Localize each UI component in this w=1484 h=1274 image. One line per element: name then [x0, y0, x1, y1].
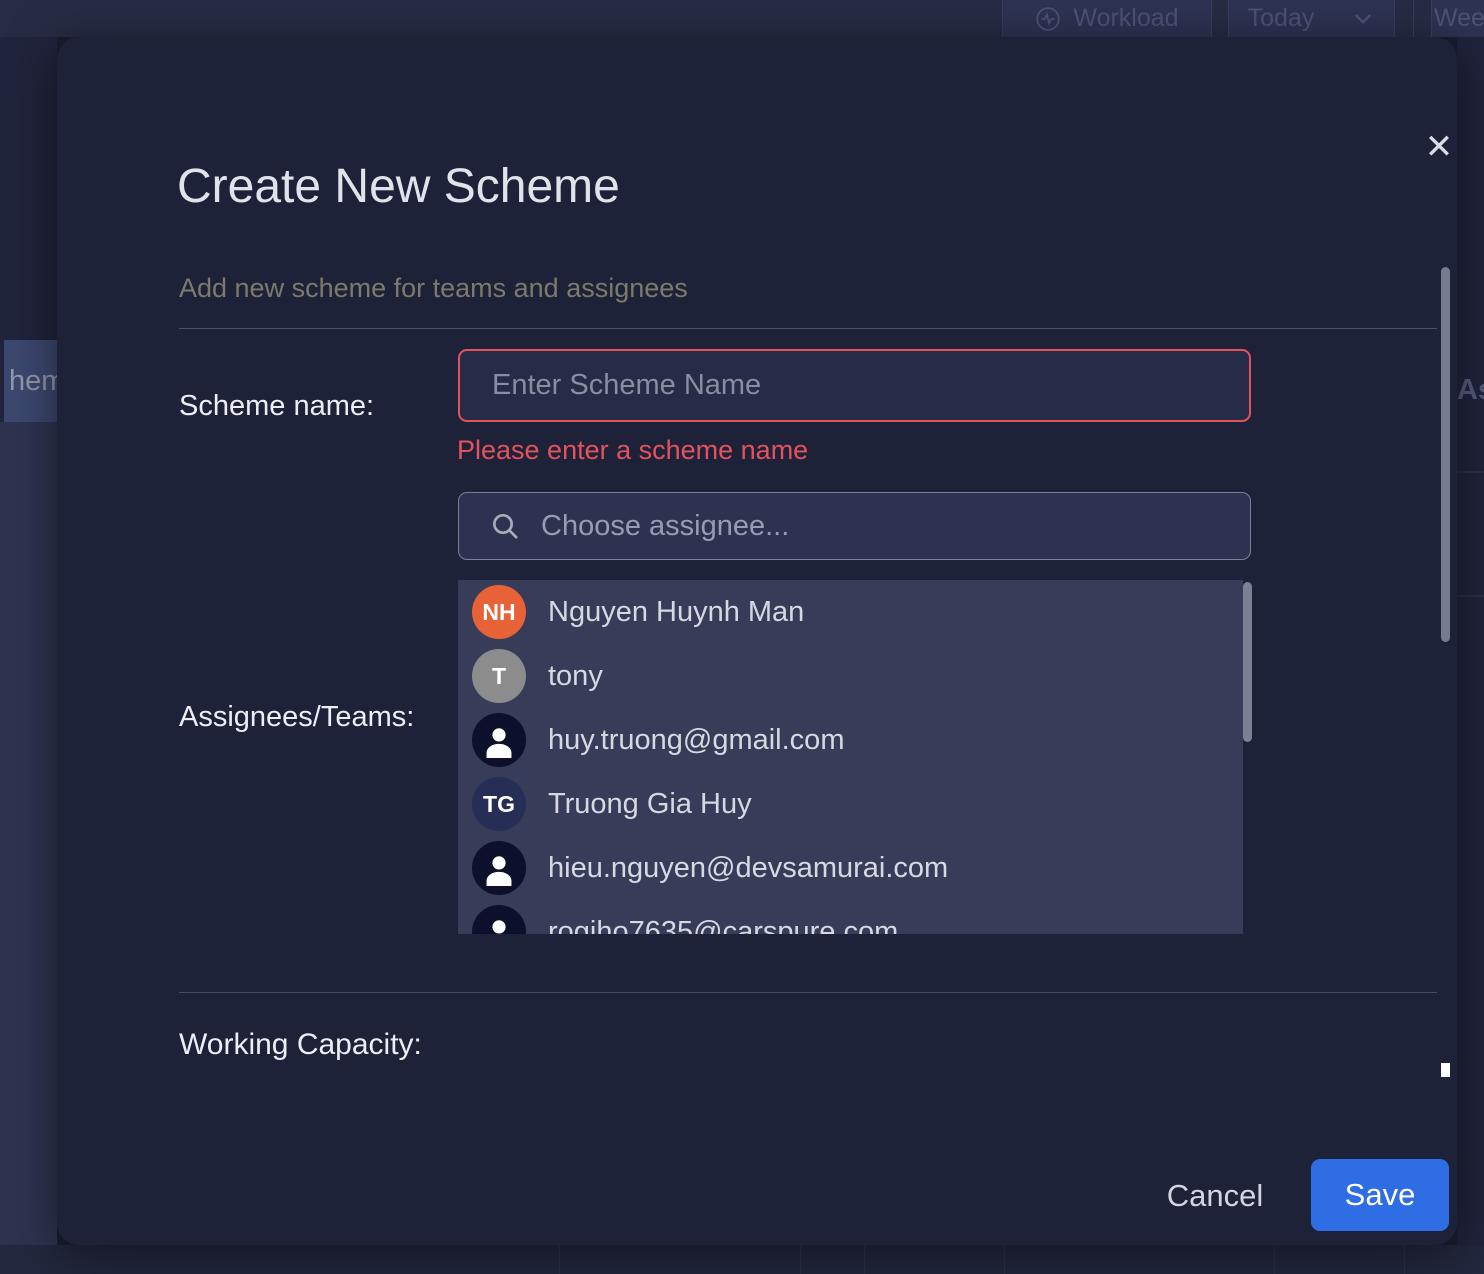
background-topbar: Workload Today Wee — [0, 0, 1484, 37]
assignee-name: huy.truong@gmail.com — [548, 724, 844, 757]
today-button[interactable]: Today — [1228, 0, 1334, 37]
activity-icon — [1035, 6, 1061, 32]
header-divider — [179, 328, 1437, 329]
assignee-search-input[interactable] — [539, 509, 1232, 544]
assignee-name: hieu.nguyen@devsamurai.com — [548, 852, 948, 885]
workload-label: Workload — [1073, 4, 1178, 33]
assignee-name: rogiho7635@carspure.com — [548, 916, 898, 935]
assignee-avatar — [472, 713, 526, 767]
week-button[interactable]: Wee — [1431, 0, 1484, 37]
background-right-panel — [1457, 37, 1484, 1274]
background-grid-line — [1457, 471, 1484, 473]
search-icon — [489, 510, 521, 542]
avatar-initials: NH — [482, 599, 515, 626]
assignee-name: Truong Gia Huy — [548, 788, 752, 821]
assignee-avatar: T — [472, 649, 526, 703]
assignee-list: NH Nguyen Huynh Man T tony huy.truong@gm — [458, 580, 1243, 934]
working-capacity-label: Working Capacity: — [179, 1028, 422, 1069]
assignees-teams-label: Assignees/Teams: — [179, 701, 414, 734]
cursor-mark — [1441, 1063, 1450, 1077]
assignee-option[interactable]: hieu.nguyen@devsamurai.com — [458, 836, 1243, 900]
background-grid-line — [559, 1245, 560, 1274]
date-dropdown-button[interactable] — [1332, 0, 1395, 37]
background-grid-line — [800, 1245, 801, 1274]
scheme-name-input[interactable] — [458, 349, 1251, 422]
assignee-avatar: TG — [472, 777, 526, 831]
assignee-option[interactable]: T tony — [458, 644, 1243, 708]
background-left-panel-lower — [0, 422, 57, 1245]
assignee-avatar — [472, 905, 526, 934]
person-icon — [481, 722, 517, 758]
dialog-subtitle: Add new scheme for teams and assignees — [179, 273, 688, 304]
background-assignee-header-text: As — [1457, 374, 1484, 407]
assignee-list-scrollbar[interactable] — [1243, 582, 1252, 742]
save-label: Save — [1345, 1177, 1416, 1212]
workload-tab[interactable]: Workload — [1002, 0, 1212, 37]
avatar-initials: TG — [483, 791, 515, 818]
assignee-option[interactable]: huy.truong@gmail.com — [458, 708, 1243, 772]
person-icon — [481, 914, 517, 934]
avatar-initials: T — [492, 663, 506, 690]
background-grid-line — [1457, 595, 1484, 597]
cancel-button[interactable]: Cancel — [1145, 1167, 1285, 1225]
background-scheme-text: heme — [9, 365, 62, 398]
section-divider — [179, 992, 1437, 993]
assignee-search-box[interactable] — [458, 492, 1251, 560]
topbar-divider — [1413, 0, 1414, 37]
close-icon: ✕ — [1425, 127, 1454, 167]
dialog-title: Create New Scheme — [177, 159, 620, 214]
background-grid-line — [1274, 1245, 1275, 1274]
assignee-option[interactable]: NH Nguyen Huynh Man — [458, 580, 1243, 644]
assignee-option[interactable]: rogiho7635@carspure.com — [458, 900, 1243, 934]
assignee-option[interactable]: TG Truong Gia Huy — [458, 772, 1243, 836]
scheme-name-label: Scheme name: — [179, 390, 374, 423]
chevron-down-icon — [1350, 6, 1376, 32]
close-button[interactable]: ✕ — [1409, 119, 1469, 175]
save-button[interactable]: Save — [1311, 1159, 1449, 1231]
background-grid-line — [1004, 1245, 1005, 1274]
assignee-name: tony — [548, 660, 603, 693]
today-label: Today — [1248, 4, 1315, 33]
week-label: Wee — [1434, 4, 1484, 33]
person-icon — [481, 850, 517, 886]
scheme-name-error: Please enter a scheme name — [457, 435, 808, 466]
assignee-name: Nguyen Huynh Man — [548, 596, 804, 629]
assignee-avatar: NH — [472, 585, 526, 639]
background-grid-line — [864, 1245, 865, 1274]
assignee-avatar — [472, 841, 526, 895]
background-selected-scheme-item: heme — [4, 340, 62, 422]
background-bottom-strip — [0, 1245, 1484, 1274]
dialog-scrollbar[interactable] — [1441, 267, 1450, 642]
create-scheme-dialog: ✕ Create New Scheme Add new scheme for t… — [57, 37, 1457, 1245]
background-grid-line — [1404, 1245, 1405, 1274]
cancel-label: Cancel — [1167, 1178, 1264, 1213]
screen: Workload Today Wee heme As ✕ Create Ne — [0, 0, 1484, 1274]
